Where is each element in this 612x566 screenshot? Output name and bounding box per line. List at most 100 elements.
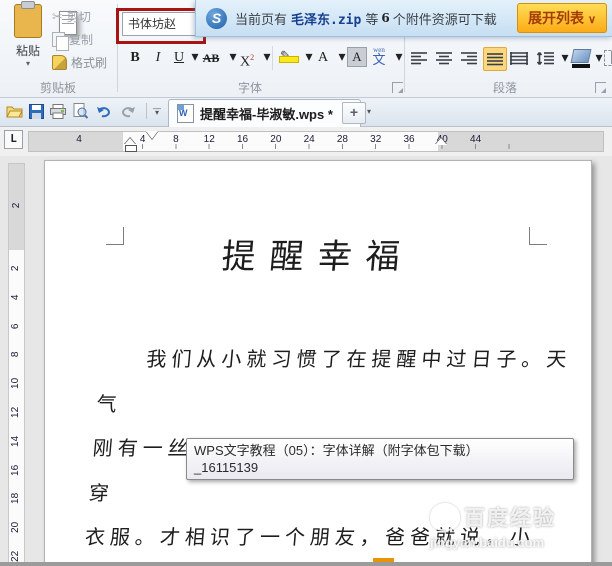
cut-label: 剪切 [66,10,91,24]
undo-arrow-icon [97,106,111,117]
brush-icon [52,55,67,70]
expand-list-label: 展开列表 [528,10,585,26]
attachment-link[interactable]: 毛泽东.zip [291,9,361,28]
quick-access-dropdown[interactable]: — ▾ [150,101,164,121]
justify-icon [487,52,503,65]
copy-label: 复制 [69,33,94,47]
tooltip-line1: WPS文字教程（05）：字体详解（附字体包下载） [194,443,479,458]
ruler-numbers: 2 4 6 8 10 12 14 16 18 20 22 [9,254,24,566]
notification-prefix: 当前页有 [235,11,288,27]
font-color-icon: A [317,50,329,65]
format-painter-label: 格式刷 [71,56,108,70]
font-dialog-launcher[interactable] [392,82,403,93]
new-tab-dropdown[interactable]: ▾ [367,107,371,116]
first-line-indent-marker[interactable] [146,131,158,139]
shading-button[interactable] [570,47,592,69]
print-button[interactable] [48,101,68,121]
tooltip: WPS文字教程（05）：字体详解（附字体包下载） _16115139 [186,438,574,480]
document-page[interactable]: 提醒幸福 我们从小就习惯了在提醒中过日子。天气 刚有一丝风吹草动，妈妈就说，别忘了… [44,160,592,566]
tab-stop-selector[interactable]: L [4,130,23,149]
line-spacing-button[interactable] [534,47,556,69]
align-center-button[interactable] [433,47,455,69]
separator [146,103,147,119]
ruler-number: 4 [10,294,22,300]
superscript-dropdown[interactable]: ▾ [258,46,276,70]
ruler-number: 20 [10,522,22,534]
ruler-number: 16 [10,464,22,476]
distributed-icon [510,51,528,65]
ruler-margin-number: 4 [76,134,82,145]
right-indent-marker[interactable] [435,138,447,145]
tooltip-line2: _16115139 [194,460,259,475]
clipboard-group-label: 剪贴板 [39,81,76,95]
horizontal-ruler[interactable]: 4 4 8 12 16 20 24 28 32 36 40 44 [28,131,604,152]
body-line: 衣服。才相识了一个朋友，爸爸就说，小心 [83,525,537,549]
highlight-color-button[interactable]: ✎ [279,46,299,70]
vertical-ruler[interactable]: 2 2 4 6 8 10 12 14 16 18 20 22 [8,163,25,566]
paint-bucket-icon [570,48,592,63]
font-color-button[interactable]: A [314,46,332,70]
open-button[interactable] [4,101,24,121]
window-bottom-edge [0,562,612,566]
new-tab-button[interactable]: + [342,102,366,124]
group-divider [117,4,118,92]
print-preview-button[interactable] [70,101,90,121]
left-indent-marker[interactable] [125,145,137,152]
ruler-number: 2 [10,265,22,272]
format-painter-button[interactable]: 格式刷 [52,52,116,73]
italic-button[interactable]: I [149,46,167,70]
scissors-icon: ✂ [52,8,63,24]
bold-button[interactable]: B [126,46,144,70]
paste-icon [14,1,77,38]
font-name-input[interactable]: 书体坊赵 [122,12,203,36]
char-shading-icon: A [347,47,367,67]
save-button[interactable] [26,101,46,121]
ruler-number: 6 [10,323,22,329]
paste-dropdown-arrow[interactable]: ▾ [8,59,48,68]
align-left-button[interactable] [408,47,430,69]
document-tab-title: 提醒幸福-毕淑敏.wps * [200,107,333,122]
superscript-button[interactable]: X2 [238,46,256,70]
font-group-label: 字体 [237,81,262,95]
ruler-number: 10 [10,378,22,390]
download-notification-bar: S 当前页有 毛泽东.zip 等 6 个附件资源可下载 展开列表 ∨ [195,0,612,37]
hanging-indent-marker[interactable] [124,138,136,145]
align-right-button[interactable] [458,47,480,69]
superscript-x: X [239,54,251,70]
redo-button[interactable] [118,101,138,121]
document-tab[interactable]: 提醒幸福-毕淑敏.wps * × [168,99,361,127]
borders-icon [604,50,612,66]
distributed-button[interactable] [508,47,530,69]
document-tab-bar: —▾ 提醒幸福-毕淑敏.wps * × + ▾ [0,98,612,127]
phonetic-icon: wen 文 [372,46,386,67]
document-workspace: 2 2 4 6 8 10 12 14 16 18 20 22 提醒幸福 我们从小就习惯了在提醒中过日… [0,156,612,566]
open-folder-icon [5,106,23,118]
expand-list-button[interactable]: 展开列表 ∨ [517,3,607,33]
paragraph-dialog-launcher[interactable] [595,82,606,93]
undo-button[interactable] [94,101,114,121]
phonetic-dropdown[interactable]: ▾ [390,46,408,70]
copy-icon [52,32,69,51]
attachment-count: 6 [381,11,390,25]
paste-button[interactable]: 粘贴 ▾ [8,1,77,76]
horizontal-ruler-row: L 4 4 8 12 16 20 24 28 32 36 40 44 [0,127,612,157]
chevron-down-icon: ∨ [587,14,596,26]
ruler-number: 12 [10,406,22,418]
phonetic-guide-button[interactable]: wen 文 [370,46,388,70]
superscript-2: 2 [250,53,255,62]
preview-icon [73,103,88,119]
ruler-margin-number: 2 [11,202,22,209]
cut-button[interactable]: ✂ 剪切 [52,6,116,27]
body-line: 我们从小就习惯了在提醒中过日子。天气 [95,347,573,416]
paint-bucket-color-bar [572,63,590,68]
copy-button[interactable]: 复制 [52,29,116,51]
ribbon: 粘贴 ▾ ✂ 剪切 复制 格式刷 剪贴板 书体坊赵 B I U ▾ AB ▾ X… [0,0,612,98]
justify-button[interactable] [483,47,507,71]
borders-button[interactable] [601,47,612,69]
downloader-logo-icon: S [206,7,227,29]
notification-suffix: 个附件资源可下载 [392,11,497,27]
ruler-ticks [126,144,526,149]
strikethrough-button[interactable]: AB [202,46,220,70]
char-shading-button[interactable]: A [347,46,367,70]
notification-middle: 等 [365,11,379,27]
